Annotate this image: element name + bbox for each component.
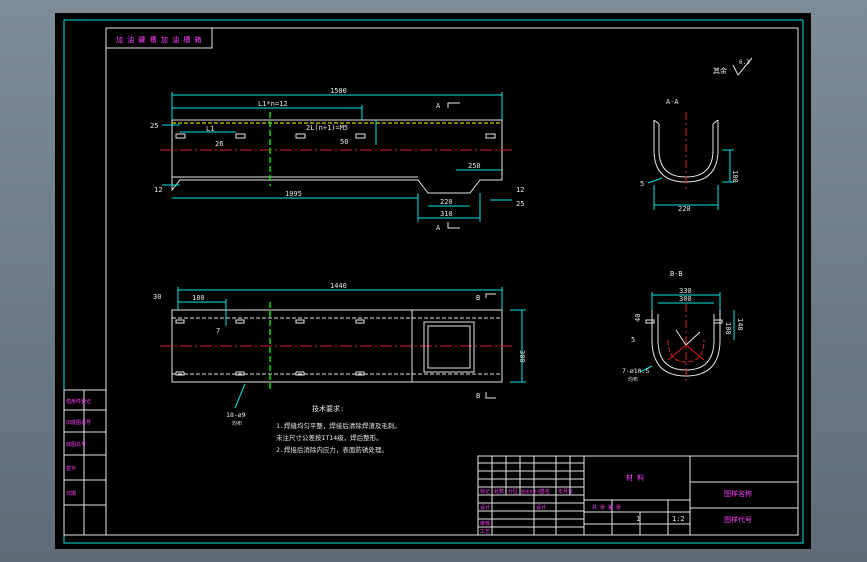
- side-label-1: 借用件登记: [66, 398, 91, 405]
- section-b-title: B-B: [670, 270, 683, 278]
- section-a-height: 180: [731, 170, 739, 183]
- rev-header-6: 年月日: [558, 488, 573, 495]
- plan-hole-callout: 18-ø9: [226, 411, 246, 419]
- section-b-hole-callout: 7-ø10.5: [622, 367, 649, 375]
- front-step-label: 250: [468, 162, 481, 170]
- section-b-left-dim: 40: [634, 314, 642, 322]
- section-b-right-dim: 140: [736, 318, 744, 331]
- design-label: 设计: [536, 504, 546, 511]
- sheet-background: [55, 13, 811, 549]
- rev-header-2: 处数: [494, 488, 504, 495]
- plan-small-dim: 7: [216, 327, 220, 335]
- section-a-width: 220: [678, 205, 691, 213]
- section-b-left-small: 5: [631, 336, 635, 344]
- plan-left-offset: 30: [153, 293, 161, 301]
- front-slot-spacing: 50: [340, 138, 348, 146]
- top-label-text: 加 油 罐 槽 加 油 槽 箱: [116, 35, 202, 44]
- section-b-hole-sub: 均布: [628, 376, 638, 383]
- rev-header-3: 分区: [508, 488, 518, 495]
- notes-line-2: 未注尺寸公差按IT14级，焊后整形。: [276, 433, 383, 442]
- notes-line-3: 2.焊接后消除内应力，表面防锈处理。: [276, 445, 388, 454]
- cad-window: 加 油 罐 槽 加 油 槽 箱 借用件登记 旧底图总号 底图总号 签字 日期 1…: [0, 0, 867, 562]
- section-a-thickness: 5: [640, 180, 644, 188]
- role-design: 设计: [480, 504, 490, 511]
- front-notch-bottom: 310: [440, 210, 453, 218]
- plan-section-mark-bottom: B: [476, 392, 480, 400]
- section-b-outer-width: 330: [679, 287, 692, 295]
- side-label-2: 旧底图总号: [66, 419, 91, 426]
- plan-section-mark-top: B: [476, 294, 480, 302]
- rev-header-1: 标记: [480, 488, 490, 495]
- plan-hole-sub: 均布: [232, 420, 242, 427]
- drawing-name-label: 图样名称: [724, 489, 752, 498]
- notes-line-1: 1.焊缝均匀平整，焊接后清除焊渣及毛刺。: [276, 421, 401, 430]
- scale-value: 1:2: [672, 515, 685, 523]
- front-left-offset: 25: [150, 122, 158, 130]
- material-label: 材 料: [626, 473, 644, 482]
- role-process: 工艺: [480, 529, 490, 535]
- roughness-value: 6.3: [739, 59, 750, 66]
- rev-header-5: 签名: [540, 488, 550, 495]
- plan-height: 300: [518, 350, 526, 363]
- front-right-height: 12: [516, 186, 524, 194]
- front-bottom-length: 1095: [285, 190, 302, 198]
- plan-first-pitch: 180: [192, 294, 205, 302]
- roughness-label: 其余: [713, 66, 727, 75]
- section-a-title: A-A: [666, 98, 679, 106]
- sheet-label: 共 张 第 张: [592, 504, 621, 511]
- front-right-offset: 25: [516, 200, 524, 208]
- front-notch-top: 220: [440, 198, 453, 206]
- section-b-depth: 100: [724, 322, 732, 335]
- plan-total-length: 1440: [330, 282, 347, 290]
- front-total-length: 1500: [330, 87, 347, 95]
- role-review: 审核: [480, 520, 490, 527]
- notes-title: 技术要求:: [312, 404, 344, 413]
- front-left-height: 12: [154, 186, 162, 194]
- side-label-5: 日期: [66, 491, 76, 497]
- front-hole-spec: 2L(n+1)=M5: [306, 124, 348, 132]
- quantity-value: 1: [636, 515, 640, 523]
- rev-header-4: 更改文件号: [521, 488, 541, 494]
- drawing-no-label: 图样代号: [724, 515, 752, 524]
- side-label-3: 底图总号: [66, 441, 86, 448]
- front-slot-width: 26: [215, 140, 223, 148]
- front-pitch-label: L1*n=12: [258, 100, 288, 108]
- drawing-canvas[interactable]: 加 油 罐 槽 加 油 槽 箱 借用件登记 旧底图总号 底图总号 签字 日期 1…: [0, 0, 867, 562]
- section-b-inner-width: 300: [679, 295, 692, 303]
- side-label-4: 签字: [66, 465, 76, 472]
